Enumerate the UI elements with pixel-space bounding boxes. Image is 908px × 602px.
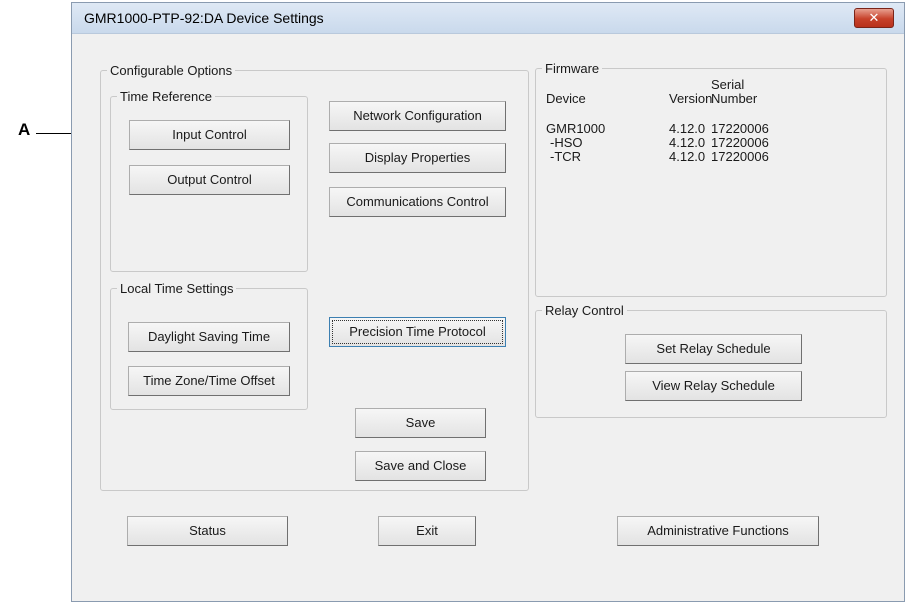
firmware-row-device: -HSO [550, 135, 583, 150]
device-settings-window: GMR1000-PTP-92:DA Device Settings ✕ Conf… [71, 2, 905, 602]
firmware-header-device: Device [546, 91, 586, 106]
firmware-row-serial: 17220006 [711, 149, 769, 164]
view-relay-schedule-button[interactable]: View Relay Schedule [625, 371, 802, 401]
firmware-row-version: 4.12.0 [669, 135, 706, 150]
communications-control-button[interactable]: Communications Control [329, 187, 506, 217]
time-reference-legend: Time Reference [120, 89, 212, 104]
title-bar[interactable]: GMR1000-PTP-92:DA Device Settings ✕ [72, 3, 904, 34]
network-configuration-button[interactable]: Network Configuration [329, 101, 506, 131]
firmware-row-device: -TCR [550, 149, 582, 164]
firmware-header-version: Version [669, 91, 713, 106]
administrative-functions-button[interactable]: Administrative Functions [617, 516, 819, 546]
status-button[interactable]: Status [127, 516, 288, 546]
save-button[interactable]: Save [355, 408, 486, 438]
set-relay-schedule-button[interactable]: Set Relay Schedule [625, 334, 802, 364]
save-and-close-button[interactable]: Save and Close [355, 451, 486, 481]
display-properties-button[interactable]: Display Properties [329, 143, 506, 173]
configurable-options-legend: Configurable Options [110, 63, 233, 78]
firmware-row-version: 4.12.0 [669, 121, 706, 136]
firmware-row-device: GMR1000 [546, 121, 606, 136]
precision-time-protocol-button[interactable]: Precision Time Protocol [329, 317, 506, 347]
firmware-row-serial: 17220006 [711, 121, 769, 136]
input-control-button[interactable]: Input Control [129, 120, 290, 150]
time-zone-offset-button[interactable]: Time Zone/Time Offset [128, 366, 290, 396]
exit-button[interactable]: Exit [378, 516, 476, 546]
output-control-button[interactable]: Output Control [129, 165, 290, 195]
firmware-legend: Firmware [545, 61, 600, 76]
window-title: GMR1000-PTP-92:DA Device Settings [84, 10, 324, 26]
relay-control-legend: Relay Control [545, 303, 624, 318]
daylight-saving-time-button[interactable]: Daylight Saving Time [128, 322, 290, 352]
close-button[interactable]: ✕ [854, 8, 894, 28]
close-icon: ✕ [868, 10, 880, 25]
local-time-settings-legend: Local Time Settings [120, 281, 234, 296]
callout-label: A [18, 120, 31, 139]
firmware-table: Serial Device Version Number GMR1000 4.1… [546, 77, 876, 197]
firmware-row-serial: 17220006 [711, 135, 769, 150]
firmware-row-version: 4.12.0 [669, 149, 706, 164]
firmware-header-serial-line1: Serial [711, 77, 745, 92]
firmware-header-serial-line2: Number [711, 91, 758, 106]
